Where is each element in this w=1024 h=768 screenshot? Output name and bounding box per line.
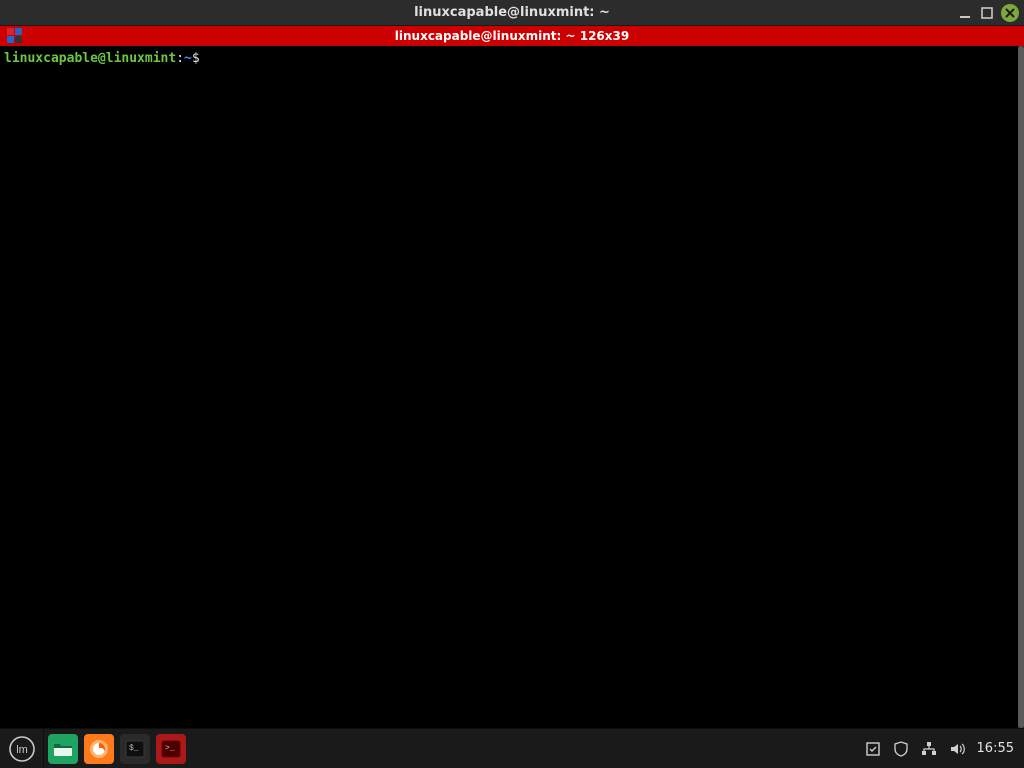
desktop-root: linuxcapable@linuxmint: ~ [0,0,1024,768]
system-tray: 16:55 [864,729,1024,768]
terminal-area: linuxcapable@linuxmint:~$ [0,46,1024,728]
close-button[interactable] [1000,3,1020,23]
prompt-path: ~ [184,51,192,66]
prompt-symbol: $ [192,51,200,66]
terminal-app-icon [6,27,26,45]
prompt-line: linuxcapable@linuxmint:~$ [4,50,1014,67]
prompt-separator: : [176,51,184,66]
start-menu-button[interactable]: lm [0,729,44,768]
minimize-button[interactable] [956,4,974,22]
firefox-launcher[interactable] [84,734,114,764]
terminal-title-label: linuxcapable@linuxmint: ~ 126x39 [395,29,629,43]
volume-icon[interactable] [948,740,966,758]
taskbar-left: $_ >_ [44,729,864,768]
window-title: linuxcapable@linuxmint: ~ [0,5,1024,20]
files-launcher[interactable] [48,734,78,764]
terminal-scrollbar[interactable] [1018,46,1024,728]
prompt-space [200,51,208,66]
svg-text:$_: $_ [129,744,139,753]
terminal-launcher[interactable]: $_ [120,734,150,764]
update-manager-icon[interactable] [864,740,882,758]
window-titlebar[interactable]: linuxcapable@linuxmint: ~ [0,0,1024,26]
taskbar-panel: lm $_ [0,728,1024,768]
scrollbar-thumb[interactable] [1018,46,1024,728]
terminator-launcher[interactable]: >_ [156,734,186,764]
prompt-user-host: linuxcapable@linuxmint [4,51,176,66]
shield-icon[interactable] [892,740,910,758]
network-icon[interactable] [920,740,938,758]
window-controls [956,0,1020,26]
svg-text:>_: >_ [165,744,175,753]
clock[interactable]: 16:55 [976,741,1014,756]
svg-text:lm: lm [16,744,28,756]
terminal-title-strip[interactable]: linuxcapable@linuxmint: ~ 126x39 [0,26,1024,46]
terminal-output[interactable]: linuxcapable@linuxmint:~$ [0,46,1018,728]
maximize-button[interactable] [978,4,996,22]
